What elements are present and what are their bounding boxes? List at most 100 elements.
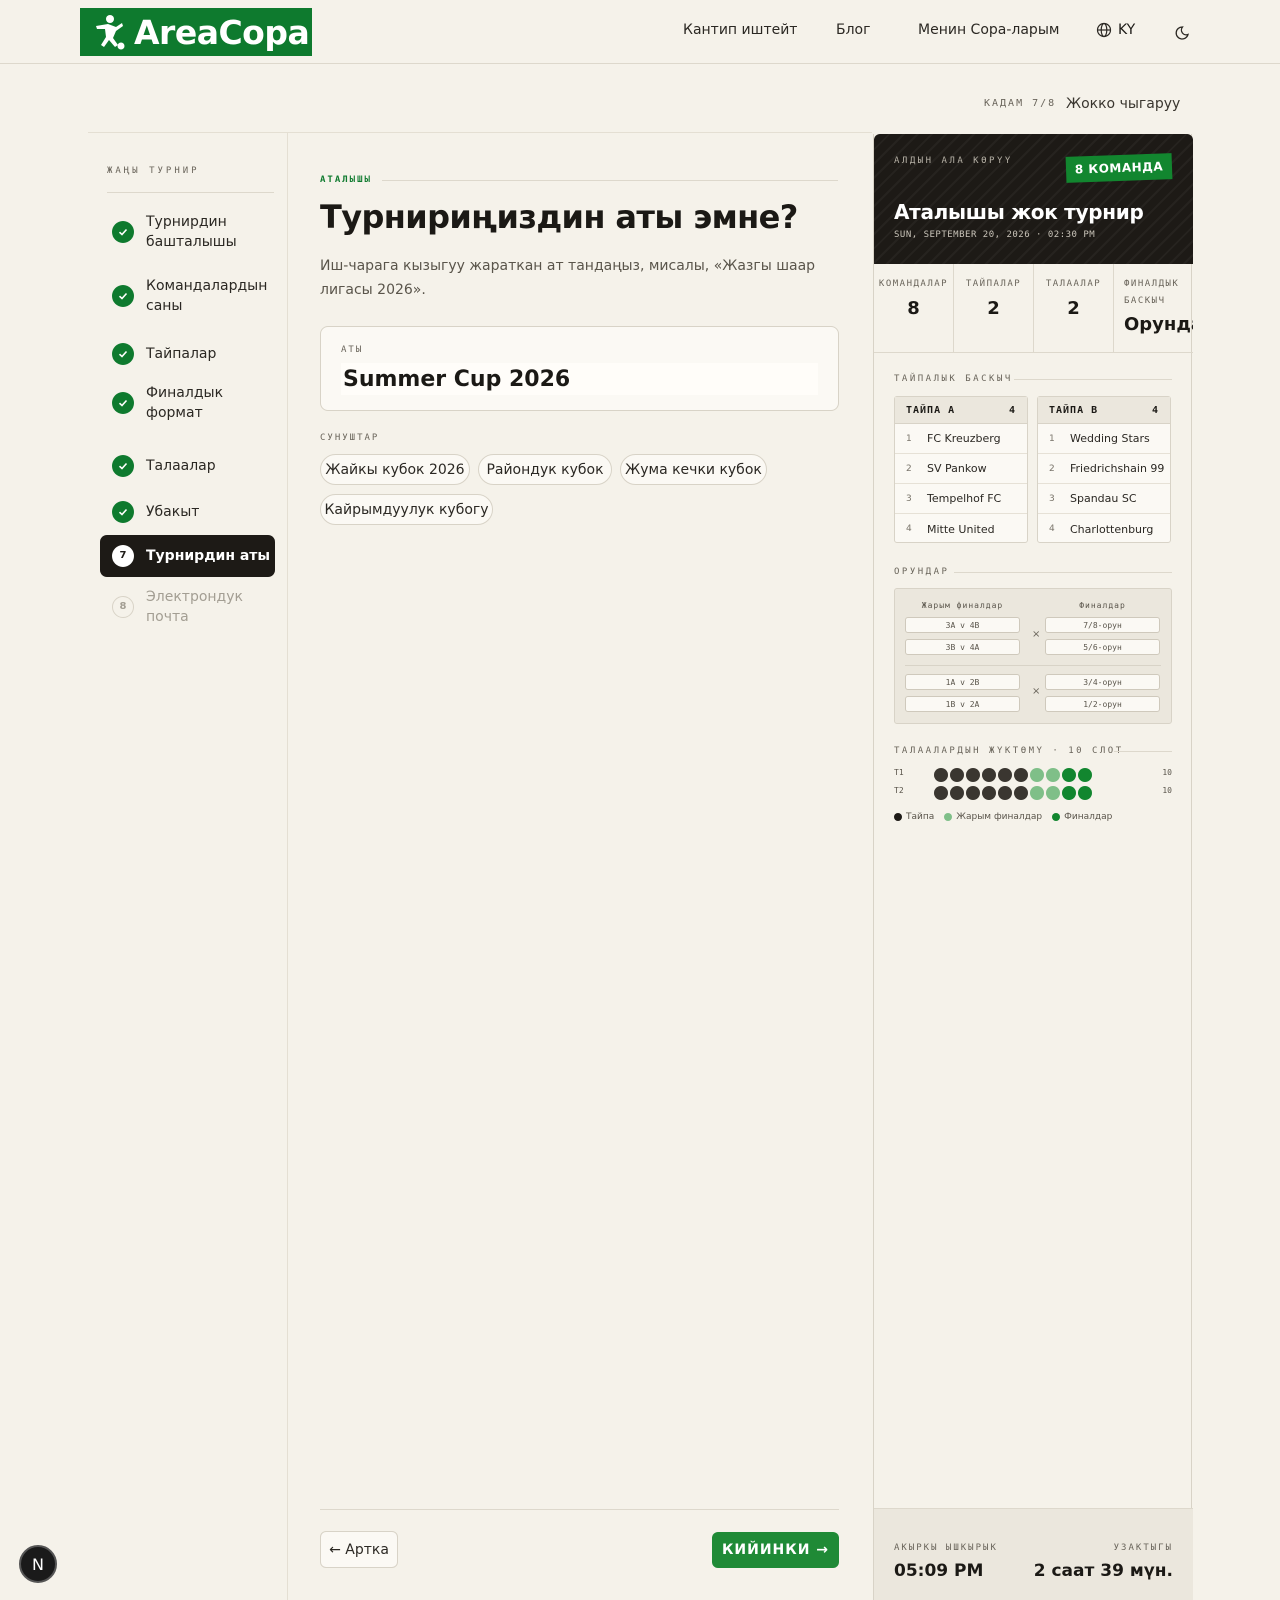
field-load-row: T1 10 xyxy=(894,768,1172,782)
stat-fields: ТАЛААЛАР 2 xyxy=(1034,264,1114,352)
moon-icon[interactable] xyxy=(1175,23,1193,41)
sidebar-step-label: Турнирдин аты xyxy=(146,548,271,564)
sidebar-step[interactable]: Убакыт xyxy=(100,498,275,526)
slot-dot xyxy=(1030,768,1044,782)
logo[interactable]: ArеaCopa xyxy=(80,8,312,56)
group-a-card: ТАЙПА A 4 1 FC Kreuzberg 2 SV Pankow 3 Tempe… xyxy=(894,396,1028,543)
nav-blog[interactable]: Блог xyxy=(836,22,870,38)
nav-how-it-works[interactable]: Кантип иштейт xyxy=(683,22,797,38)
divider xyxy=(107,192,274,193)
sidebar-step[interactable]: Турнирдин башталышы xyxy=(100,211,275,253)
slot-dot xyxy=(966,768,980,782)
duration-label: УЗАКТЫГЫ xyxy=(1113,1543,1173,1553)
next-button[interactable]: КИЙИНКИ → xyxy=(712,1532,839,1568)
nav-my-copas[interactable]: Менин Copa-ларым xyxy=(918,22,1059,38)
slot-dot xyxy=(1030,786,1044,800)
sidebar-divider xyxy=(287,132,288,1600)
stat-label: ТАЛААЛАР xyxy=(1045,279,1102,289)
slot-dot xyxy=(934,786,948,800)
suggestion-chip[interactable]: Жайкы кубок 2026 xyxy=(320,454,470,485)
stat-final-stage: ФИНАЛДЫК БАСКЫЧ Орундар xyxy=(1114,264,1193,352)
team-row: 1 Wedding Stars xyxy=(1038,424,1170,454)
field-load-legend: Тайпа Жарым финалдар Финалдар xyxy=(894,812,1112,822)
sidebar-step-label: Электрондук почта xyxy=(146,589,243,625)
sidebar-step-label: Финалдык формат xyxy=(146,385,224,421)
step-number: 7 xyxy=(112,545,134,567)
slot-dot xyxy=(998,768,1012,782)
team-row: 3 Spandau SC xyxy=(1038,484,1170,514)
check-icon xyxy=(112,501,134,523)
group-b-card: ТАЙПА B 4 1 Wedding Stars 2 Friedrichshain … xyxy=(1037,396,1171,543)
bracket-placement: 1/2-орун xyxy=(1045,696,1160,712)
sidebar-step-label: Тайпалар xyxy=(146,346,217,362)
group-stage-title: ТАЙПАЛЫК БАСКЫЧ xyxy=(894,374,1013,384)
team-row: 3 Tempelhof FC xyxy=(895,484,1027,514)
sidebar-step-label: Командалардын саны xyxy=(146,278,268,314)
field-label: T1 xyxy=(894,768,904,777)
bracket-placement: 5/6-орун xyxy=(1045,639,1160,655)
sidebar-step[interactable]: 7 Турнирдин аты xyxy=(100,535,275,577)
sidebar-step[interactable]: 8 Электрондук почта xyxy=(100,586,275,628)
slot-dot xyxy=(998,786,1012,800)
stat-label: ФИНАЛДЫК БАСКЫЧ xyxy=(1124,279,1180,306)
slot-dot xyxy=(950,786,964,800)
stat-label: ТАЙПАЛАР xyxy=(965,279,1022,289)
soccer-player-icon xyxy=(96,15,125,50)
sidebar-step[interactable]: Тайпалар xyxy=(100,340,275,368)
stats-row: КОМАНДАЛАР 8 ТАЙПАЛАР 2 ТАЛААЛАР 2 ФИНАЛ… xyxy=(874,264,1193,353)
stat-value: 2 xyxy=(987,298,1000,319)
slot-dot xyxy=(1014,786,1028,800)
placement-bracket: Жарым финалдар Финалдар 3A v 4B 3B v 4A … xyxy=(894,588,1172,724)
end-time-label: АКЫРКЫ ЫШКЫРЫК xyxy=(894,1543,998,1553)
group-name: ТАЙПА B xyxy=(1049,404,1099,416)
preview-panel: АЛДЫН АЛА КӨРҮҮ 8 КОМАНДА Аталышы жок ту… xyxy=(873,134,1193,1600)
group-count: 4 xyxy=(1151,404,1159,416)
preview-date: SUN, SEPTEMBER 20, 2026 · 02:30 PM xyxy=(894,230,1096,240)
sidebar-step[interactable]: Финалдык формат xyxy=(100,382,275,424)
field-label: T2 xyxy=(894,786,904,795)
bracket-match: 1B v 2A xyxy=(905,696,1020,712)
step-counter: КАДАМ 7/8 xyxy=(984,98,1057,109)
preview-eyebrow: АЛДЫН АЛА КӨРҮҮ xyxy=(894,156,1013,166)
team-row: 2 SV Pankow xyxy=(895,454,1027,484)
team-row: 2 Friedrichshain 99 xyxy=(1038,454,1170,484)
divider xyxy=(382,180,838,181)
slot-dot xyxy=(1078,786,1092,800)
section-label: АТАЛЫШЫ xyxy=(320,175,372,185)
suggestion-chip[interactable]: Жума кечки кубок xyxy=(620,454,767,485)
suggestion-chip[interactable]: Райондук кубок xyxy=(478,454,612,485)
sidebar-step-label: Турнирдин башталышы xyxy=(146,214,237,250)
check-icon xyxy=(112,455,134,477)
suggestions-title: СУНУШТАР xyxy=(320,433,380,443)
divider xyxy=(1114,751,1172,752)
stat-value: 8 xyxy=(907,298,920,319)
logo-text: ArеaCopa xyxy=(134,12,310,52)
stat-value: Орундар xyxy=(1124,314,1193,335)
slot-dot xyxy=(1078,768,1092,782)
slot-dot xyxy=(950,768,964,782)
slot-dot xyxy=(966,786,980,800)
team-row: 4 Charlottenburg xyxy=(1049,522,1154,536)
slot-dot xyxy=(1046,768,1060,782)
preview-header: АЛДЫН АЛА КӨРҮҮ 8 КОМАНДА Аталышы жок ту… xyxy=(874,134,1193,264)
sidebar-step[interactable]: Командалардын саны xyxy=(100,275,275,317)
tournament-name-field[interactable]: АТЫ xyxy=(320,326,839,411)
end-time-value: 05:09 PM xyxy=(894,1561,984,1581)
language-switcher[interactable]: KY xyxy=(1096,22,1135,38)
tournament-name-input[interactable] xyxy=(341,363,818,395)
sidebar-step[interactable]: Талаалар xyxy=(100,452,275,480)
bracket-placement: 3/4-орун xyxy=(1045,674,1160,690)
preview-footer: АКЫРКЫ ЫШКЫРЫК 05:09 PM УЗАКТЫГЫ 2 саат … xyxy=(874,1508,1193,1600)
cross-icon: × xyxy=(1032,686,1041,697)
divider xyxy=(1014,379,1172,380)
back-button[interactable]: ← Артка xyxy=(320,1531,398,1568)
sidebar-step-label: Убакыт xyxy=(146,504,200,520)
dev-badge[interactable]: N xyxy=(19,1545,57,1583)
top-navbar: ArеaCopa Кантип иштейт Блог Менин Copa-л… xyxy=(0,0,1280,64)
cancel-link[interactable]: Жокко чыгаруу xyxy=(1066,96,1180,112)
duration-value: 2 саат 39 мүн. xyxy=(1033,1561,1173,1581)
suggestion-chip[interactable]: Кайрымдуулук кубогу xyxy=(320,494,493,525)
field-load-title: ТАЛААЛАРДЫН ЖҮКТӨМҮ · 10 СЛОТ xyxy=(894,746,1124,756)
slot-dot xyxy=(1062,786,1076,800)
page-title: Турнириңиздин аты эмне? xyxy=(320,198,798,236)
